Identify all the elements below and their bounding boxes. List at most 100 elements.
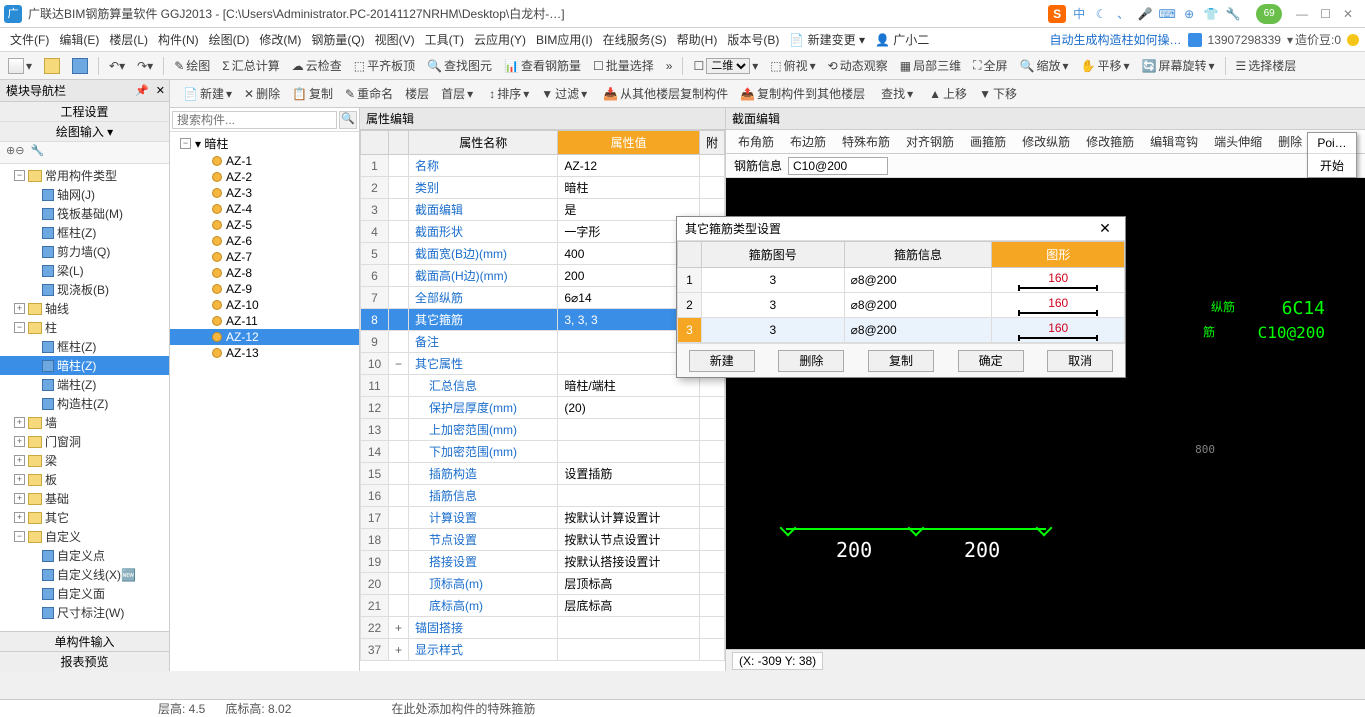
comp-item[interactable]: AZ-6 [170,233,359,249]
coin-info[interactable]: 造价豆:0 [1295,31,1359,48]
menu-edit[interactable]: 编辑(E) [55,29,103,50]
tab-delete[interactable]: 删除 [1274,131,1306,152]
dialog-delete-button[interactable]: 删除 [778,350,844,372]
comp-item[interactable]: AZ-13 [170,345,359,361]
tree-node[interactable]: 框柱(Z) [0,223,169,242]
comp-item[interactable]: AZ-9 [170,281,359,297]
comp-root[interactable]: − ▾ 暗柱 [170,134,359,153]
tb-save[interactable] [68,56,92,76]
nav-tool1-icon[interactable]: ⊕⊖ [6,144,24,161]
prop-row[interactable]: 21底标高(m)层底标高 [361,595,725,617]
comp-item[interactable]: AZ-2 [170,169,359,185]
tb-2d[interactable]: ☐ 二维▾ [689,56,762,76]
menu-online[interactable]: 在线服务(S) [599,29,671,50]
menu-modify[interactable]: 修改(M) [255,29,305,50]
tree-node[interactable]: +基础 [0,489,169,508]
prop-row[interactable]: 22+锚固搭接 [361,617,725,639]
stirrup-row[interactable]: 23⌀8@200160 [678,293,1125,318]
prop-row[interactable]: 17计算设置按默认计算设置计 [361,507,725,529]
prop-row[interactable]: 15插筋构造设置插筋 [361,463,725,485]
ime-toolbar[interactable]: S 中 ☾ 、 🎤 ⌨ ⊕ 👕 🔧 [1048,5,1242,23]
tb-more[interactable]: » [662,57,677,75]
tab-corner[interactable]: 布角筋 [734,131,778,152]
dialog-close-button[interactable]: ✕ [1093,220,1117,237]
tree-node[interactable]: +梁 [0,451,169,470]
prop-row[interactable]: 10−其它属性 [361,353,725,375]
ime-keyboard-icon[interactable]: ⌨ [1158,5,1176,23]
stirrup-row[interactable]: 33⌀8@200160 [678,318,1125,343]
prop-row[interactable]: 3截面编辑是 [361,199,725,221]
comp-item[interactable]: AZ-7 [170,249,359,265]
close-button[interactable]: ✕ [1343,7,1353,21]
menu-cloud[interactable]: 云应用(Y) [470,29,530,50]
component-search-input[interactable] [172,111,337,129]
help-link[interactable]: 自动生成构造柱如何操… [1046,29,1186,50]
tb-view-rebar[interactable]: 📊 查看钢筋量 [500,55,585,76]
tb-rotate[interactable]: 🔄 屏幕旋转▾ [1138,55,1219,76]
tree-node[interactable]: 现浇板(B) [0,280,169,299]
menu-file[interactable]: 文件(F) [6,29,53,50]
tab-edge[interactable]: 布边筋 [786,131,830,152]
pin-icon[interactable]: 📌 [135,84,149,97]
menu-version[interactable]: 版本号(B) [723,29,783,50]
tb-top-view[interactable]: ⬚ 俯视▾ [766,55,819,76]
dialog-copy-button[interactable]: 复制 [868,350,934,372]
tree-node[interactable]: +其它 [0,508,169,527]
tree-node[interactable]: +门窗洞 [0,432,169,451]
sogou-icon[interactable]: S [1048,5,1066,23]
menu-tool[interactable]: 工具(T) [421,29,468,50]
dialog-ok-button[interactable]: 确定 [958,350,1024,372]
stirrup-row[interactable]: 13⌀8@200160 [678,268,1125,293]
tab-stirrup[interactable]: 画箍筋 [966,131,1010,152]
prop-row[interactable]: 13上加密范围(mm) [361,419,725,441]
rebar-info-input[interactable] [788,157,888,175]
comp-item[interactable]: AZ-11 [170,313,359,329]
tree-node[interactable]: 框柱(Z) [0,337,169,356]
tree-node[interactable]: −柱 [0,318,169,337]
menu-view[interactable]: 视图(V) [371,29,419,50]
comp-item[interactable]: AZ-8 [170,265,359,281]
nav-sub-drawing[interactable]: 绘图输入 ▾ [0,122,169,142]
ime-mic-icon[interactable]: 🎤 [1136,5,1154,23]
tab-edit-hook[interactable]: 编辑弯钩 [1146,131,1202,152]
tab-single-input[interactable]: 单构件输入 [0,631,169,651]
comp-item[interactable]: AZ-1 [170,153,359,169]
tb-zoom[interactable]: 🔍 缩放▾ [1016,55,1073,76]
tb-find-element[interactable]: 🔍 查找图元 [423,55,496,76]
prop-row[interactable]: 19搭接设置按默认搭接设置计 [361,551,725,573]
component-tree[interactable]: − ▾ 暗柱 AZ-1 AZ-2 AZ-3 AZ-4 AZ-5 AZ-6 AZ-… [170,132,359,671]
prop-row[interactable]: 16插筋信息 [361,485,725,507]
tree-node[interactable]: 筏板基础(M) [0,204,169,223]
menu-bim[interactable]: BIM应用(I) [532,29,597,50]
comp-item[interactable]: AZ-10 [170,297,359,313]
tb-dynamic[interactable]: ⟲ 动态观察 [824,55,892,76]
tb-batch-select[interactable]: ☐ 批量选择 [589,55,658,76]
nav-sub-project[interactable]: 工程设置 [0,102,169,122]
ime-add-icon[interactable]: ⊕ [1180,5,1198,23]
ime-tool-icon[interactable]: 🔧 [1224,5,1242,23]
tree-node[interactable]: 轴网(J) [0,185,169,204]
menu-draw[interactable]: 绘图(D) [205,29,254,50]
tab-end-ext[interactable]: 端头伸缩 [1210,131,1266,152]
tb-align-top[interactable]: ⬚ 平齐板顶 [350,55,419,76]
prop-row[interactable]: 18节点设置按默认节点设置计 [361,529,725,551]
prop-row[interactable]: 9备注 [361,331,725,353]
prop-row[interactable]: 20顶标高(m)层顶标高 [361,573,725,595]
panel-close-icon[interactable]: ✕ [156,84,165,97]
menu-rebar[interactable]: 钢筋量(Q) [307,29,368,50]
tree-node[interactable]: +轴线 [0,299,169,318]
floating-start-box[interactable]: Poi… 开始 [1307,132,1357,178]
tab-mod-stir[interactable]: 修改箍筋 [1082,131,1138,152]
search-button[interactable]: 🔍 [339,111,357,129]
tab-special[interactable]: 特殊布筋 [838,131,894,152]
comp-item[interactable]: AZ-5 [170,217,359,233]
menu-help[interactable]: 帮助(H) [673,29,722,50]
tree-node[interactable]: +板 [0,470,169,489]
tree-node[interactable]: 尺寸标注(W) [0,603,169,622]
account-info[interactable]: 13907298339 ▾ [1188,33,1293,47]
comp-item[interactable]: AZ-4 [170,201,359,217]
prop-row[interactable]: 4截面形状一字形 [361,221,725,243]
ime-skin-icon[interactable]: 👕 [1202,5,1220,23]
tb-redo[interactable]: ↷▾ [133,57,157,75]
comp-item[interactable]: AZ-3 [170,185,359,201]
